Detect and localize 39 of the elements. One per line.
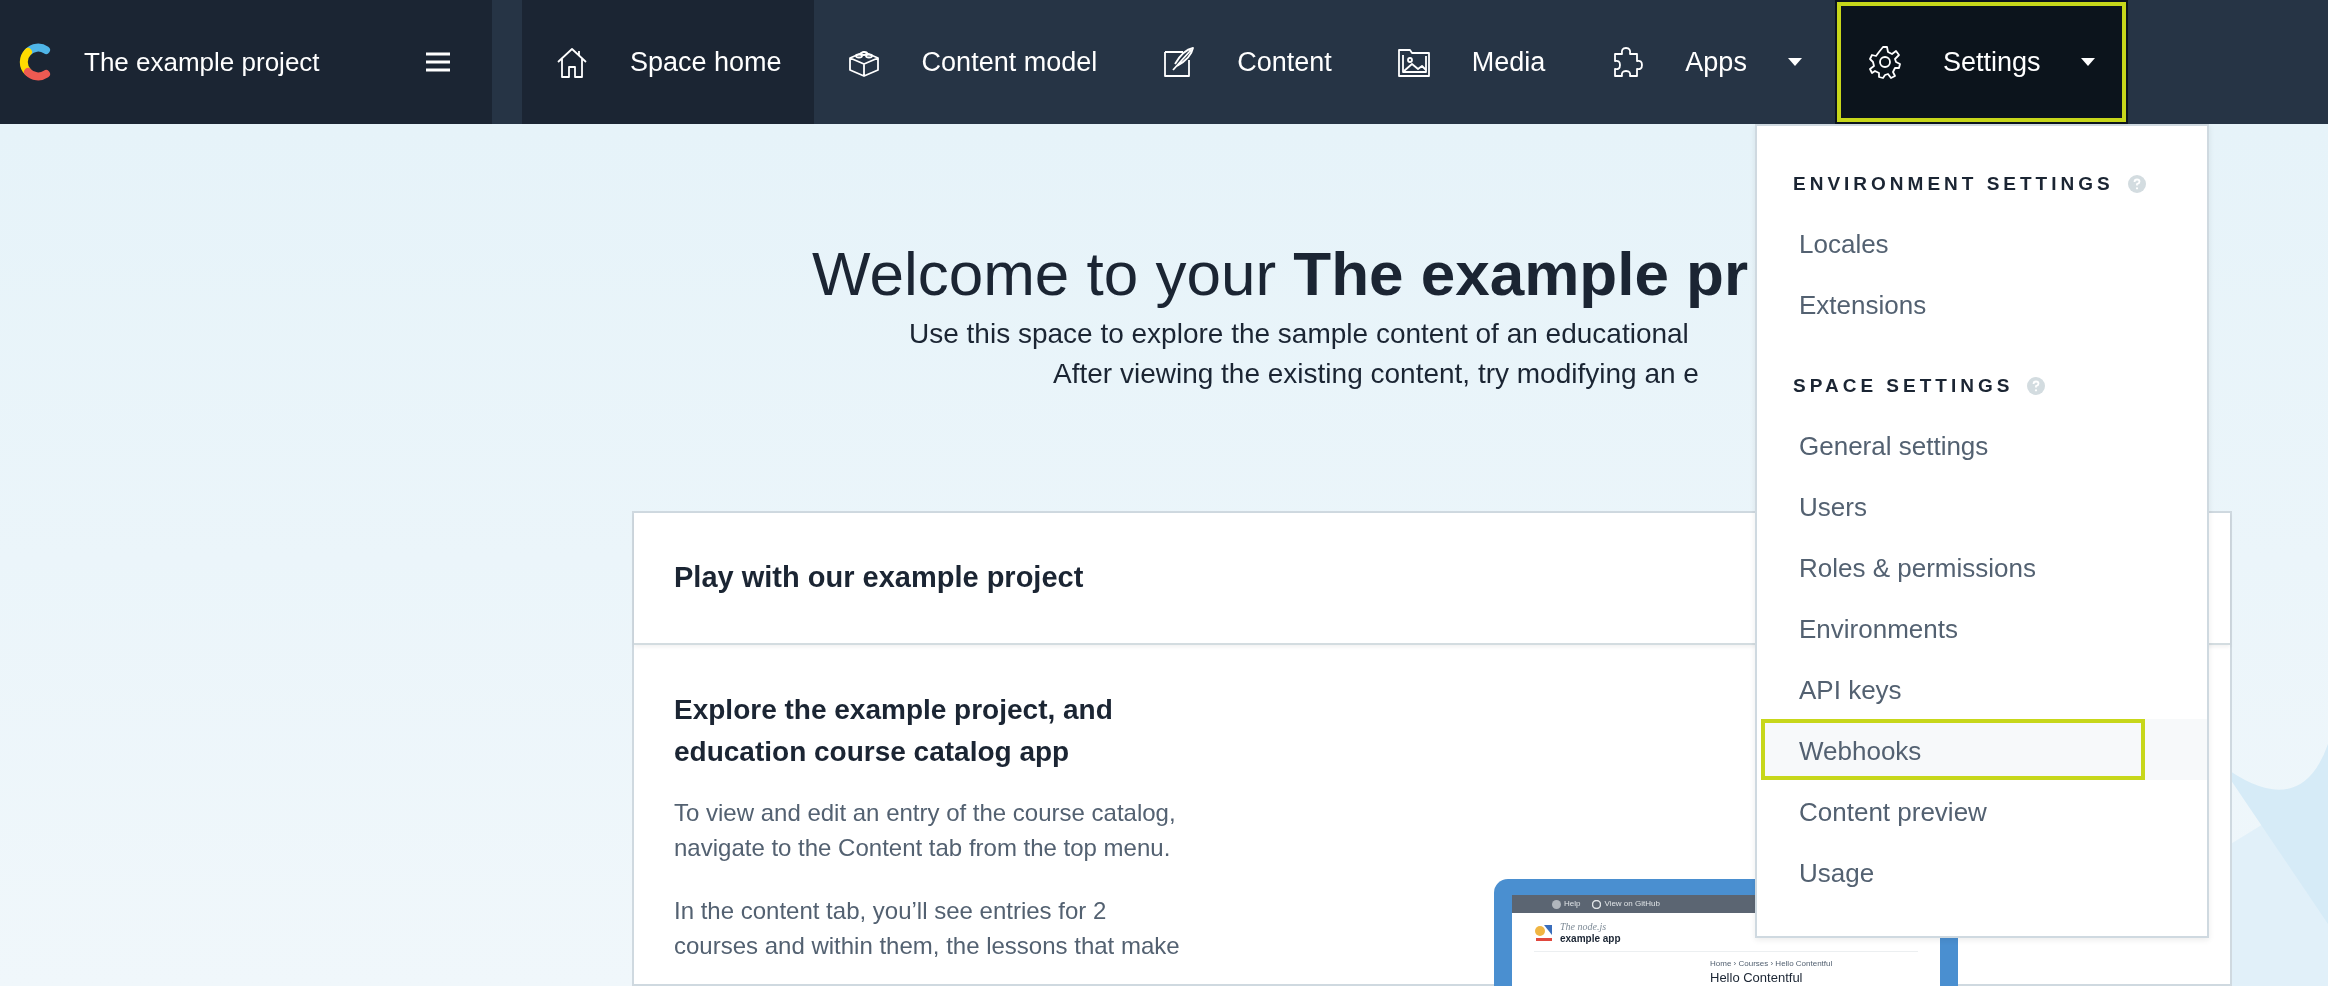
body-text: To view and edit an entry of the course catalog, bbox=[674, 798, 1176, 828]
card-title: Play with our example project bbox=[674, 560, 1084, 596]
caret-icon bbox=[1786, 57, 1803, 67]
body-text: navigate to the Content tab from the top menu. bbox=[674, 833, 1171, 863]
info-icon bbox=[1552, 899, 1561, 909]
project-name: The example project bbox=[84, 45, 321, 79]
brand-tagline: The node.js bbox=[1560, 921, 1608, 933]
nav-tab[interactable]: Settings bbox=[1834, 0, 2129, 124]
shapes-icon bbox=[1534, 923, 1554, 943]
section-heading: education course catalog app bbox=[674, 735, 1070, 769]
toolbar-link[interactable]: Help bbox=[1564, 898, 1581, 910]
section-label: ENVIRONMENT SETTINGS bbox=[1793, 171, 2114, 196]
brand-name: example app bbox=[1560, 933, 1621, 945]
breadcrumb: Home › Courses › Hello Contentful bbox=[1710, 958, 1834, 970]
menu-item[interactable]: General settings bbox=[1761, 414, 2207, 475]
menu-item[interactable]: Usage bbox=[1761, 841, 2207, 902]
menu-item[interactable]: API keys bbox=[1761, 658, 2207, 719]
github-icon bbox=[1592, 899, 1602, 909]
section-heading: Explore the example project, and bbox=[674, 693, 1113, 727]
menu-item[interactable]: Environments bbox=[1761, 597, 2207, 658]
caret-icon bbox=[2080, 57, 2097, 67]
section-label: SPACE SETTINGS bbox=[1793, 373, 2014, 398]
help-icon[interactable] bbox=[2127, 175, 2146, 193]
body-text: courses and within them, the lessons that make bbox=[674, 931, 1180, 961]
page-title: Hello Contentful bbox=[1710, 970, 1804, 986]
body-text: In the content tab, you’ll see entries for 2 bbox=[674, 896, 1107, 926]
menu-item[interactable]: Extensions bbox=[1761, 273, 2207, 334]
menu-item[interactable]: Content preview bbox=[1761, 780, 2207, 841]
intro-text: Use this space to explore the sample content of an educational bbox=[909, 317, 1689, 351]
intro-text: After viewing the existing content, try modifying an e bbox=[1053, 357, 1699, 391]
menu-item[interactable]: Roles & permissions bbox=[1761, 536, 2207, 597]
nav-tab[interactable]: Space home bbox=[522, 0, 814, 124]
menu-item[interactable]: Locales bbox=[1761, 212, 2207, 273]
menu-item[interactable]: Users bbox=[1761, 475, 2207, 536]
toolbar-link[interactable]: View on GitHub bbox=[1604, 898, 1660, 910]
welcome-heading: Welcome to your The example pr bbox=[812, 238, 1749, 310]
help-icon[interactable] bbox=[2027, 377, 2046, 395]
gear-icon bbox=[1866, 44, 1903, 80]
menu-icon[interactable] bbox=[424, 51, 452, 73]
